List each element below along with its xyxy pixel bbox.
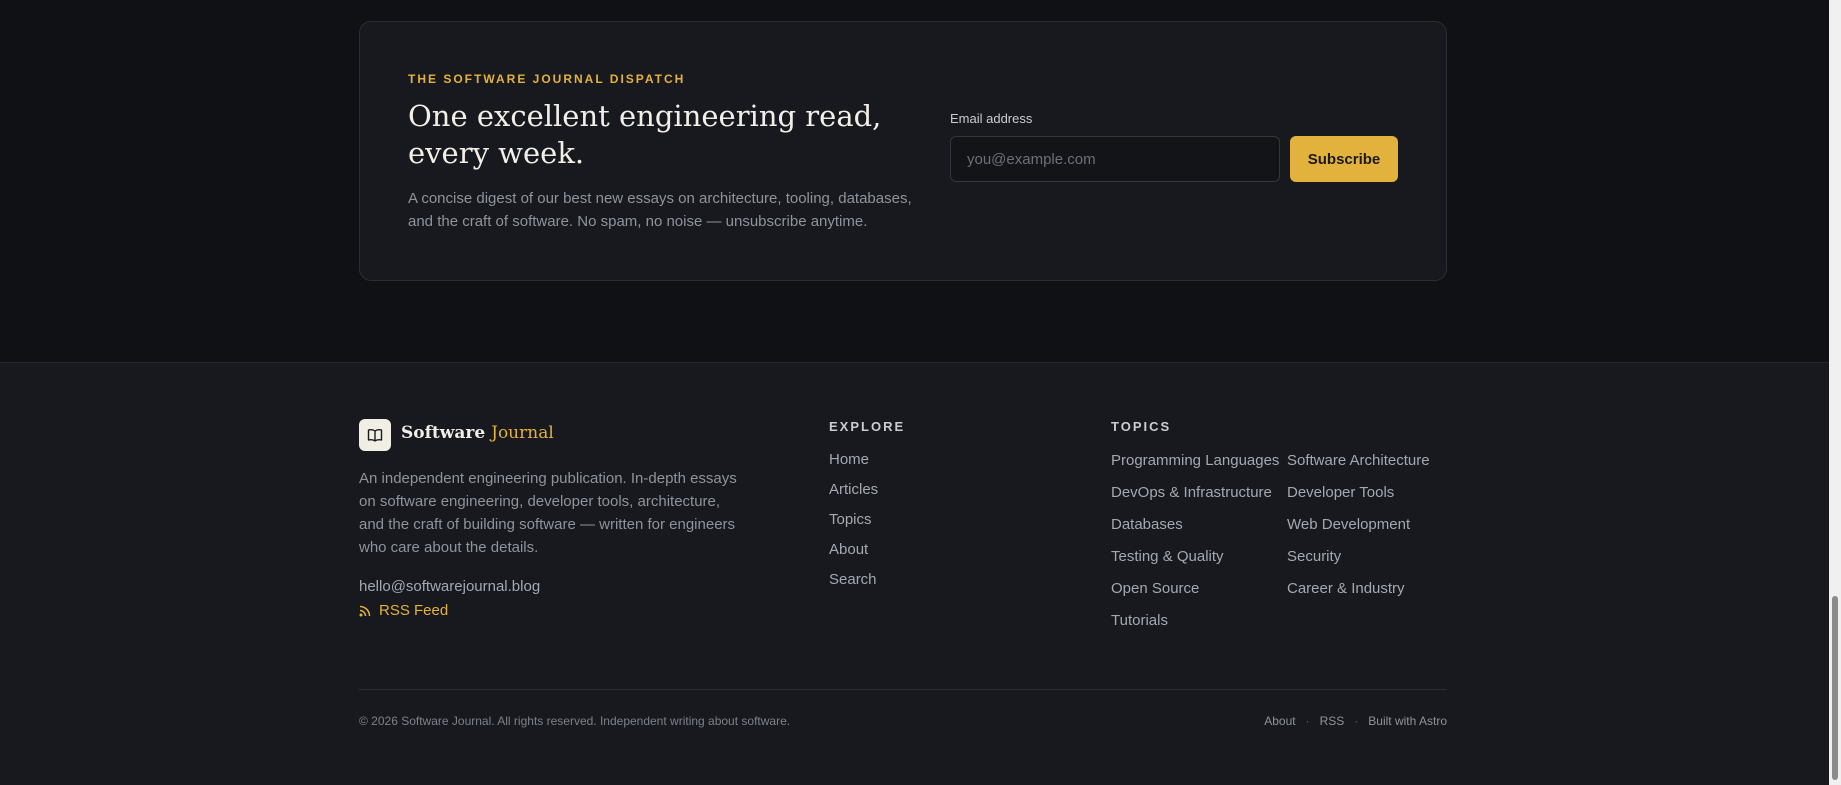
brand-name[interactable]: Software Journal <box>401 423 554 443</box>
footer-divider <box>359 689 1447 690</box>
scrollbar-thumb[interactable] <box>1832 596 1838 780</box>
brand-name-primary: Software <box>401 423 486 443</box>
separator-dot: · <box>1305 714 1310 728</box>
email-label: Email address <box>950 111 1033 126</box>
newsletter-eyebrow: THE SOFTWARE JOURNAL DISPATCH <box>408 72 686 86</box>
topics-links: Programming Languages Software Architect… <box>1111 451 1451 631</box>
footer-link-rss[interactable]: RSS <box>1320 714 1345 728</box>
brand-name-accent: Journal <box>491 423 554 443</box>
open-book-icon <box>367 429 383 442</box>
newsletter-title: One excellent engineering read, every we… <box>408 99 882 170</box>
email-input[interactable] <box>950 136 1280 182</box>
explore-link-articles[interactable]: Articles <box>829 481 878 511</box>
logo[interactable] <box>359 419 391 451</box>
explore-link-topics[interactable]: Topics <box>829 511 878 541</box>
explore-link-home[interactable]: Home <box>829 451 878 481</box>
rss-feed-link[interactable]: RSS Feed <box>359 602 448 619</box>
copyright: © 2026 Software Journal. All rights rese… <box>359 714 791 728</box>
newsletter-description: A concise digest of our best new essays … <box>408 190 912 230</box>
explore-link-about[interactable]: About <box>829 541 878 571</box>
explore-links: Home Articles Topics About Search <box>829 451 878 601</box>
subscribe-button[interactable]: Subscribe <box>1290 136 1398 182</box>
rss-feed-label: RSS Feed <box>379 602 449 619</box>
topic-link-databases[interactable]: Databases <box>1111 515 1287 535</box>
topic-link-testing-quality[interactable]: Testing & Quality <box>1111 547 1287 567</box>
topic-link-security[interactable]: Security <box>1287 547 1451 567</box>
topic-link-developer-tools[interactable]: Developer Tools <box>1287 483 1451 503</box>
topic-link-web-development[interactable]: Web Development <box>1287 515 1451 535</box>
topic-link-software-architecture[interactable]: Software Architecture <box>1287 451 1451 471</box>
separator-dot: · <box>1354 714 1359 728</box>
topic-link-programming-languages[interactable]: Programming Languages <box>1111 451 1287 471</box>
site-footer: Software Journal An independent engineer… <box>0 362 1829 785</box>
rss-icon <box>359 605 371 616</box>
topic-link-career-industry[interactable]: Career & Industry <box>1287 579 1451 599</box>
contact-email[interactable]: hello@softwarejournal.blog <box>359 578 540 595</box>
topic-link-tutorials[interactable]: Tutorials <box>1111 611 1287 631</box>
explore-heading: EXPLORE <box>829 419 906 434</box>
topic-link-devops-infrastructure[interactable]: DevOps & Infrastructure <box>1111 483 1287 503</box>
page-scrollbar[interactable] <box>1829 0 1841 785</box>
newsletter-card: THE SOFTWARE JOURNAL DISPATCH One excell… <box>359 21 1447 281</box>
topic-link-open-source[interactable]: Open Source <box>1111 579 1287 599</box>
footer-link-about[interactable]: About <box>1264 714 1295 728</box>
footer-bottom-links: About · RSS · Built with Astro <box>1264 714 1447 728</box>
newsletter-section: THE SOFTWARE JOURNAL DISPATCH One excell… <box>0 0 1829 362</box>
footer-link-built-with-astro[interactable]: Built with Astro <box>1368 714 1447 728</box>
topics-heading: TOPICS <box>1111 419 1172 434</box>
explore-link-search[interactable]: Search <box>829 571 878 601</box>
footer-description: An independent engineering publication. … <box>359 470 737 556</box>
